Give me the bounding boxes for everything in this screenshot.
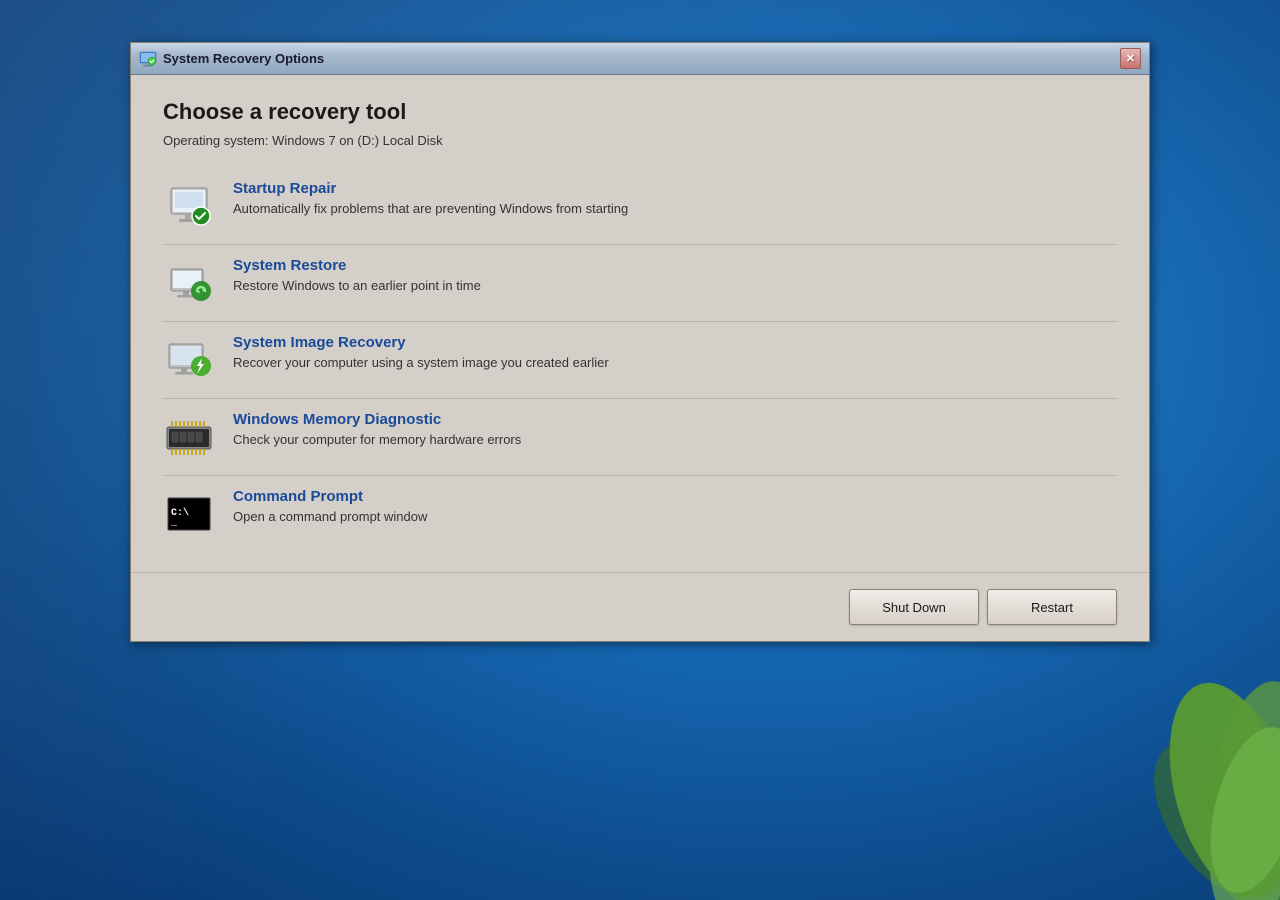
command-prompt-text: Command Prompt Open a command prompt win… [233,488,427,524]
restart-button[interactable]: Restart [987,589,1117,625]
tool-item-system-image-recovery[interactable]: System Image Recovery Recover your compu… [163,322,1117,398]
tool-item-command-prompt[interactable]: C:\ _ Command Prompt Open a command prom… [163,476,1117,552]
system-restore-icon [163,257,215,309]
windows-memory-diagnostic-desc: Check your computer for memory hardware … [233,432,521,447]
svg-text:_: _ [170,518,178,529]
startup-repair-link[interactable]: Startup Repair [233,180,628,197]
system-recovery-dialog: System Recovery Options ✕ Choose a recov… [130,42,1150,642]
system-image-recovery-desc: Recover your computer using a system ima… [233,355,609,370]
windows-memory-diagnostic-link[interactable]: Windows Memory Diagnostic [233,411,521,428]
command-prompt-link[interactable]: Command Prompt [233,488,427,505]
title-bar: System Recovery Options ✕ [131,43,1149,75]
close-button[interactable]: ✕ [1120,48,1141,69]
shutdown-button[interactable]: Shut Down [849,589,979,625]
windows-memory-diagnostic-icon [163,411,215,463]
system-image-recovery-link[interactable]: System Image Recovery [233,334,609,351]
tool-item-system-restore[interactable]: System Restore Restore Windows to an ear… [163,245,1117,321]
title-bar-text: System Recovery Options [163,51,1120,66]
bottom-bar: Shut Down Restart [131,572,1149,641]
dialog-content: Choose a recovery tool Operating system:… [131,75,1149,572]
system-image-recovery-icon [163,334,215,386]
command-prompt-icon: C:\ _ [163,488,215,540]
windows-memory-diagnostic-text: Windows Memory Diagnostic Check your com… [233,411,521,447]
command-prompt-desc: Open a command prompt window [233,509,427,524]
dialog-subtitle: Operating system: Windows 7 on (D:) Loca… [163,133,1117,148]
tool-item-startup-repair[interactable]: Startup Repair Automatically fix problem… [163,168,1117,244]
dialog-heading: Choose a recovery tool [163,99,1117,125]
system-restore-link[interactable]: System Restore [233,257,481,274]
system-image-recovery-text: System Image Recovery Recover your compu… [233,334,609,370]
dialog-icon [139,50,157,68]
plant-decoration [1080,600,1280,900]
startup-repair-desc: Automatically fix problems that are prev… [233,201,628,216]
tool-item-windows-memory-diagnostic[interactable]: Windows Memory Diagnostic Check your com… [163,399,1117,475]
system-restore-text: System Restore Restore Windows to an ear… [233,257,481,293]
startup-repair-text: Startup Repair Automatically fix problem… [233,180,628,216]
startup-repair-icon [163,180,215,232]
system-restore-desc: Restore Windows to an earlier point in t… [233,278,481,293]
